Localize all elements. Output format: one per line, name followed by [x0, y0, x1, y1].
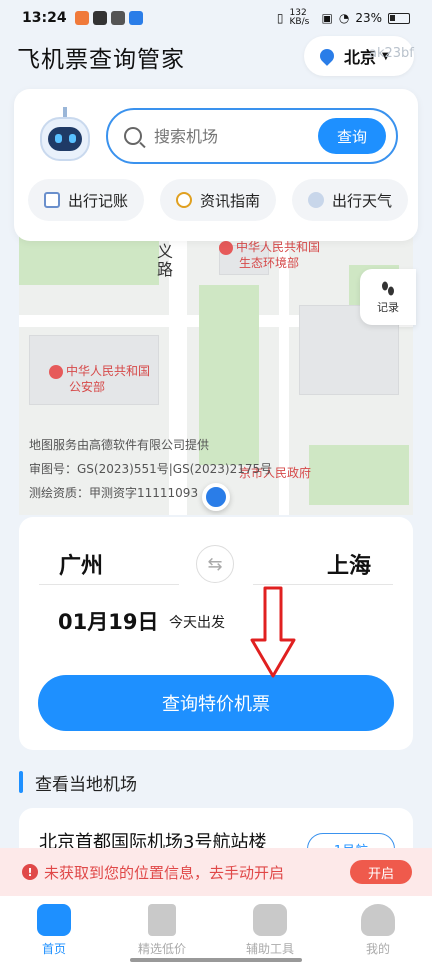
map-road-label: 义路 [157, 242, 174, 279]
footprint-icon [382, 281, 394, 296]
enable-location-button[interactable]: 开启 [350, 860, 412, 884]
poi-pin-icon [49, 364, 63, 379]
robot-mascot-icon [36, 107, 94, 165]
section-accent-bar [19, 771, 23, 793]
quick-actions: 出行记账 资讯指南 出行天气 [28, 179, 408, 221]
tools-icon [253, 904, 287, 936]
section-title: 查看当地机场 [19, 770, 137, 795]
page-title: 飞机票查询管家 [17, 47, 185, 73]
vibrate-icon: ▯ [276, 11, 284, 25]
departure-date[interactable]: 01月19日 [58, 606, 158, 636]
watermark: ak23bf [369, 46, 414, 61]
sim-icon: ▣ [321, 11, 333, 25]
airport-search-box[interactable]: 查询 [106, 108, 398, 164]
annotation-arrow-icon [250, 586, 296, 678]
divider [253, 584, 393, 585]
search-card: 查询 出行记账 资讯指南 出行天气 [14, 89, 418, 241]
arrival-city[interactable]: 上海 [327, 548, 371, 580]
home-indicator [130, 958, 302, 962]
cloud-icon [307, 192, 324, 208]
person-icon [361, 904, 395, 936]
battery-icon [388, 12, 410, 24]
date-note: 今天出发 [169, 615, 225, 631]
app-notification-icon [128, 11, 143, 25]
tab-profile[interactable]: 我的 [324, 896, 432, 964]
map-credit: 测绘资质：甲测资字11111093 [29, 486, 199, 500]
departure-city[interactable]: 广州 [59, 548, 103, 580]
map-credit: 地图服务由高德软件有限公司提供 [29, 438, 210, 452]
app-notification-icon [74, 11, 89, 25]
swap-cities-icon[interactable]: ⇆ [196, 545, 234, 583]
home-icon [37, 904, 71, 936]
compass-icon [175, 192, 192, 208]
route-card: 广州 ⇆ 上海 01月19日 今天出发 查询特价机票 [19, 517, 413, 750]
app-notification-icon [110, 11, 125, 25]
map-poi-label[interactable]: 中华人民共和国 公安部 [49, 363, 150, 395]
chip-travel-weather[interactable]: 出行天气 [291, 179, 408, 221]
tab-deals[interactable]: 精选低价 [108, 896, 216, 964]
map-credit: 审图号：GS(2023)551号|GS(2023)2175号 [29, 462, 273, 476]
divider [39, 584, 179, 585]
map-view[interactable]: 义路 中华人民共和国 生态环境部 中华人民共和国 公安部 京市人民政府 地图服务… [19, 225, 413, 515]
bottom-nav: 首页 精选低价 辅助工具 我的 [0, 896, 432, 964]
chip-travel-expense[interactable]: 出行记账 [28, 179, 145, 221]
net-speed: 132 KB/s [289, 8, 310, 27]
tab-tools[interactable]: 辅助工具 [216, 896, 324, 964]
location-permission-banner[interactable]: ! 未获取到您的位置信息，去手动开启 开启 [0, 848, 432, 896]
search-cheap-flights-button[interactable]: 查询特价机票 [38, 675, 394, 731]
search-icon [124, 127, 142, 145]
app-notification-icon [92, 11, 107, 25]
map-poi-label[interactable]: 中华人民共和国 生态环境部 [219, 239, 320, 271]
chip-news-guide[interactable]: 资讯指南 [159, 179, 276, 221]
battery-percent: 23% [355, 11, 382, 25]
record-button[interactable]: 记录 [360, 269, 416, 325]
wifi-icon: ◔ [338, 11, 350, 25]
status-bar: 13:24 ▯ 132 KB/s ▣ ◔ 23% [0, 0, 432, 36]
bookmark-icon [148, 904, 176, 936]
status-time: 13:24 [22, 10, 67, 26]
warning-icon: ! [22, 864, 38, 880]
current-location-marker [202, 483, 230, 511]
map-park [309, 445, 409, 505]
notebook-icon [44, 192, 60, 208]
banner-text: 未获取到您的位置信息，去手动开启 [44, 863, 285, 882]
search-input[interactable] [154, 126, 314, 146]
poi-pin-icon [219, 240, 233, 255]
record-label: 记录 [377, 301, 399, 314]
tab-home[interactable]: 首页 [0, 896, 108, 964]
location-pin-icon [317, 46, 337, 66]
search-button[interactable]: 查询 [318, 118, 386, 154]
